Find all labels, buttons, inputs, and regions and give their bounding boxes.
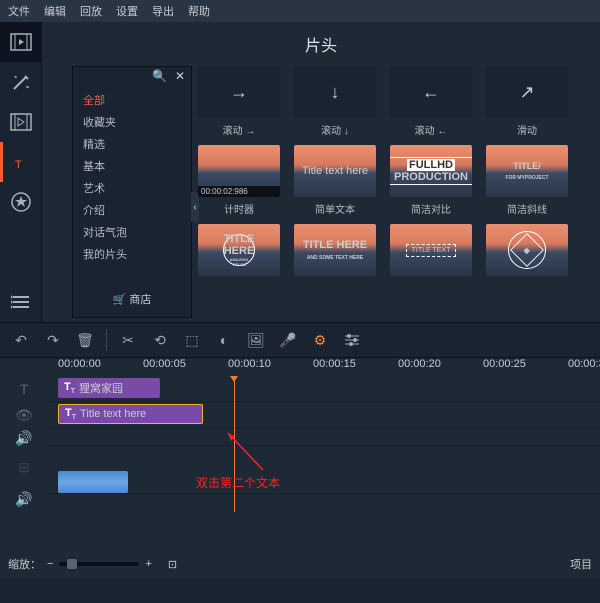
text-clip-2[interactable]: TTTitle text here: [58, 404, 203, 424]
zoom-label: 缩放：: [8, 556, 41, 572]
category-basic[interactable]: 基本: [73, 155, 191, 177]
project-label[interactable]: 项目: [570, 556, 592, 572]
text-track-1[interactable]: TT狸窝家园: [48, 376, 600, 402]
menu-export[interactable]: 导出: [152, 3, 174, 19]
tile-simple-text[interactable]: Title text here简单文本: [294, 145, 376, 216]
panel-title: 片头: [42, 22, 600, 62]
text-clip-1[interactable]: TT狸窝家园: [58, 378, 160, 398]
tool-sidebar: T: [0, 22, 42, 322]
tool-filters[interactable]: [0, 62, 42, 102]
color-button[interactable]: ◐: [209, 326, 239, 354]
image-button[interactable]: 🖼: [241, 326, 271, 354]
cut-button[interactable]: ✂: [113, 326, 143, 354]
redo-button[interactable]: ↷: [38, 326, 68, 354]
video-track[interactable]: [48, 446, 600, 494]
tool-stickers[interactable]: [0, 182, 42, 222]
menu-help[interactable]: 帮助: [188, 3, 210, 19]
category-sidebar: 🔍 ✕ 全部 收藏夹 精选 基本 艺术 介绍 对话气泡 我的片头 🛒 商店 ‹: [72, 66, 192, 318]
video-clip[interactable]: [58, 471, 128, 493]
store-button[interactable]: 🛒 商店: [73, 287, 191, 311]
category-all[interactable]: 全部: [73, 89, 191, 111]
svg-text:T: T: [15, 159, 22, 171]
fit-button[interactable]: ⊡: [168, 558, 177, 571]
delete-button[interactable]: 🗑: [70, 326, 100, 354]
text-track-icon[interactable]: T: [0, 376, 48, 402]
menu-file[interactable]: 文件: [8, 3, 30, 19]
zoom-bar: 缩放： − + ⊡ 项目: [8, 554, 592, 574]
zoom-out[interactable]: −: [47, 558, 53, 570]
tile-scroll-right[interactable]: →滚动 →: [198, 66, 280, 137]
spacer-track: [48, 428, 600, 446]
category-art[interactable]: 艺术: [73, 177, 191, 199]
tile-dashed[interactable]: TITLE TEXT: [390, 224, 472, 276]
category-featured[interactable]: 精选: [73, 133, 191, 155]
titles-grid: →滚动 → ↓滚动 ↓ ←滚动 ← ↗滑动 00:00:02:986计时器 Ti…: [192, 62, 600, 322]
tool-transitions[interactable]: [0, 102, 42, 142]
category-my[interactable]: 我的片头: [73, 243, 191, 265]
tile-title-sub[interactable]: TITLE HEREAND SOME TEXT HERE: [294, 224, 376, 276]
category-intro[interactable]: 介绍: [73, 199, 191, 221]
tile-timer[interactable]: 00:00:02:986计时器: [198, 145, 280, 216]
close-icon[interactable]: ✕: [175, 69, 185, 83]
menu-playback[interactable]: 回放: [80, 3, 102, 19]
search-icon[interactable]: 🔍: [152, 69, 167, 83]
tile-slash[interactable]: TITLE/FOR MYPROJECT简洁斜线: [486, 145, 568, 216]
menu-bar: 文件 编辑 回放 设置 导出 帮助: [0, 0, 600, 22]
playhead[interactable]: [234, 376, 235, 512]
timeline: 00:00:00 00:00:05 00:00:10 00:00:15 00:0…: [0, 358, 600, 578]
tile-scroll-left[interactable]: ←滚动 ←: [390, 66, 472, 137]
tile-contrast[interactable]: FULLHD PRODUCTION简洁对比: [390, 145, 472, 216]
crop-button[interactable]: ⬚: [177, 326, 207, 354]
text-track-2[interactable]: TTTitle text here: [48, 402, 600, 428]
timeline-ruler[interactable]: 00:00:00 00:00:05 00:00:10 00:00:15 00:0…: [48, 358, 600, 376]
visibility-icon[interactable]: 👁: [0, 402, 48, 428]
tile-circle-title[interactable]: TITLE HEREAMAZING TITLES: [198, 224, 280, 276]
adjust-button[interactable]: [337, 326, 367, 354]
zoom-in[interactable]: +: [145, 558, 151, 570]
rotate-button[interactable]: ⟲: [145, 326, 175, 354]
track-icons: T 👁 🔊 ⊞ 🔊: [0, 376, 48, 512]
audio2-icon[interactable]: 🔊: [0, 486, 48, 512]
zoom-slider[interactable]: [59, 562, 139, 566]
timeline-toolbar: ↶ ↷ 🗑 ✂ ⟲ ⬚ ◐ 🖼 🎤 ⚙: [0, 322, 600, 358]
tool-more[interactable]: [0, 282, 42, 322]
tile-diamond[interactable]: ◈: [486, 224, 568, 276]
settings-button[interactable]: ⚙: [305, 326, 335, 354]
tile-scroll-down[interactable]: ↓滚动 ↓: [294, 66, 376, 137]
undo-button[interactable]: ↶: [6, 326, 36, 354]
category-bubble[interactable]: 对话气泡: [73, 221, 191, 243]
menu-settings[interactable]: 设置: [116, 3, 138, 19]
category-favorites[interactable]: 收藏夹: [73, 111, 191, 133]
tool-media[interactable]: [0, 22, 42, 62]
audio-icon[interactable]: 🔊: [0, 428, 48, 448]
menu-edit[interactable]: 编辑: [44, 3, 66, 19]
link-icon[interactable]: ⊞: [0, 448, 48, 486]
tile-slide[interactable]: ↗滑动: [486, 66, 568, 137]
mic-button[interactable]: 🎤: [273, 326, 303, 354]
tool-titles[interactable]: T: [0, 142, 42, 182]
